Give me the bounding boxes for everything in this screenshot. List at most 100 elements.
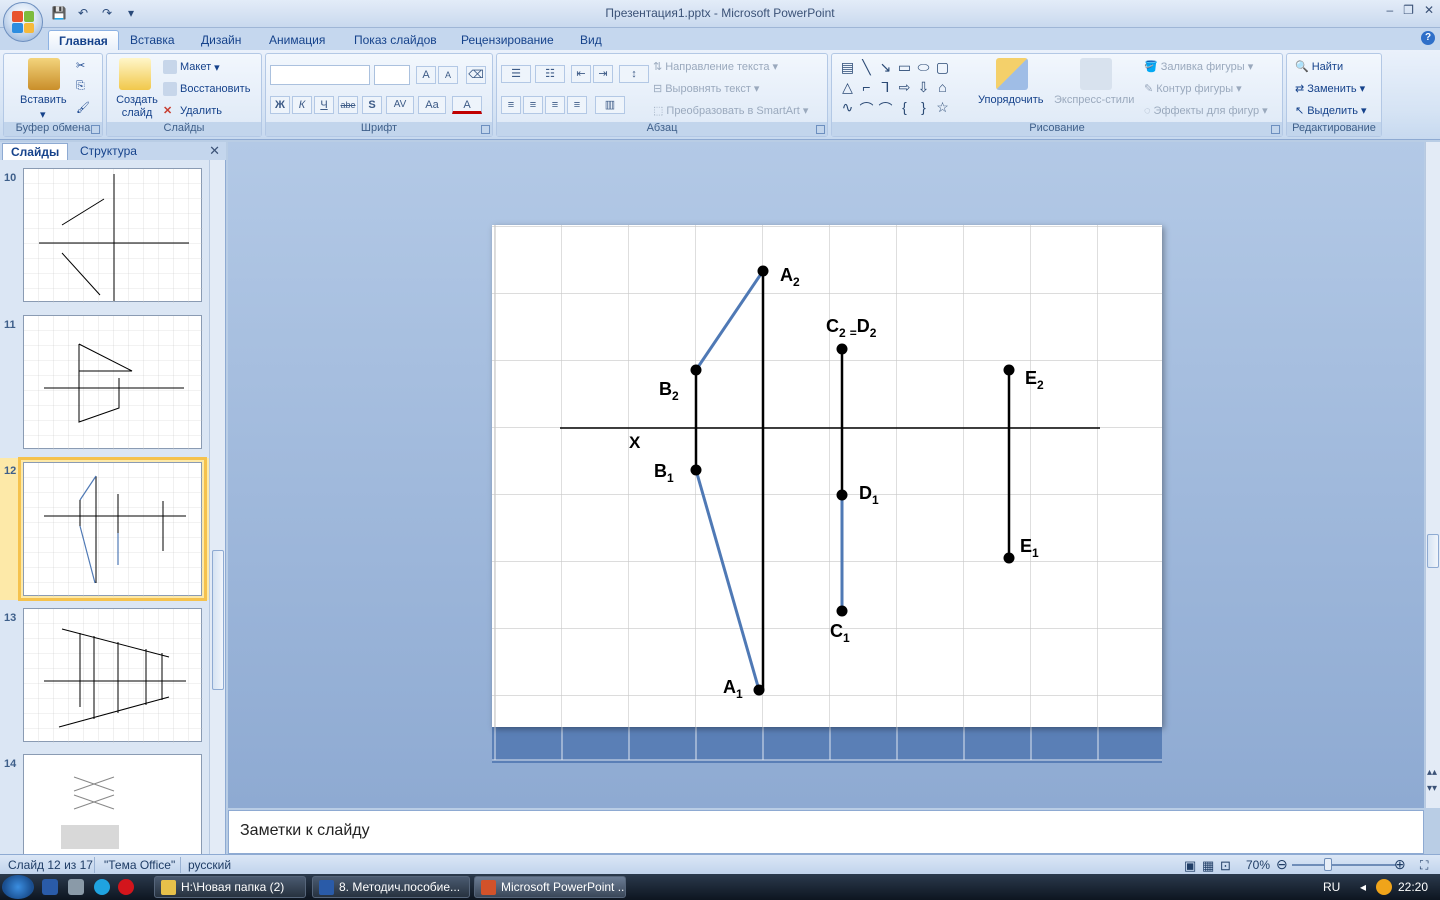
zoom-in-icon[interactable]: ⊕ bbox=[1394, 856, 1406, 873]
start-button[interactable] bbox=[2, 875, 34, 899]
line-shape-icon[interactable]: ╲ bbox=[857, 59, 876, 79]
textbox-shape-icon[interactable]: ▤ bbox=[838, 59, 857, 79]
underline-button[interactable]: Ч bbox=[314, 96, 334, 114]
slide-canvas[interactable]: X A2 C2 =D2 B2 E2 B1 D1 E1 C1 A1 bbox=[492, 225, 1162, 727]
down-arrow-shape-icon[interactable]: ⇩ bbox=[914, 79, 933, 99]
tab-slides-pane[interactable]: Слайды bbox=[2, 143, 69, 160]
more-shape-icon[interactable]: ⌂ bbox=[933, 79, 952, 99]
decrease-indent-icon[interactable]: ⇤ bbox=[571, 65, 591, 83]
slide-thumbnail-selected[interactable] bbox=[18, 457, 207, 601]
oval-shape-icon[interactable]: ⬭ bbox=[914, 59, 933, 79]
tray-app-icon[interactable] bbox=[1376, 879, 1392, 895]
shape-fill-button[interactable]: Заливка фигуры bbox=[1161, 61, 1245, 73]
align-text-dropdown-icon[interactable]: ▾ bbox=[754, 82, 760, 95]
arc-shape-icon[interactable]: ⌒ bbox=[876, 99, 895, 119]
tab-animation[interactable]: Анимация bbox=[259, 30, 335, 50]
grow-font-button[interactable]: A bbox=[416, 66, 436, 84]
shape-effects-button[interactable]: Эффекты для фигур bbox=[1154, 105, 1260, 117]
shape-outline-button[interactable]: Контур фигуры bbox=[1156, 83, 1233, 95]
star-shape-icon[interactable]: ☆ bbox=[933, 99, 952, 119]
new-slide-icon[interactable] bbox=[119, 58, 151, 90]
slide-thumbnail[interactable] bbox=[23, 754, 202, 854]
strikethrough-button[interactable]: abe bbox=[338, 96, 358, 114]
arrange-icon[interactable] bbox=[996, 58, 1028, 90]
opera-icon[interactable] bbox=[118, 879, 134, 895]
shape-outline-dropdown-icon[interactable]: ▾ bbox=[1236, 82, 1242, 95]
copy-icon[interactable]: ⎘ bbox=[76, 80, 85, 93]
tab-home[interactable]: Главная bbox=[48, 30, 119, 50]
word-quicklaunch-icon[interactable] bbox=[42, 879, 58, 895]
format-painter-icon[interactable]: 🖌 bbox=[76, 101, 90, 114]
zoom-level[interactable]: 70% bbox=[1246, 858, 1270, 872]
cut-icon[interactable]: ✂ bbox=[76, 59, 85, 72]
paragraph-launcher-icon[interactable] bbox=[816, 125, 825, 134]
find-button[interactable]: Найти bbox=[1312, 61, 1343, 73]
align-left-icon[interactable]: ≡ bbox=[501, 96, 521, 114]
prev-slide-icon[interactable]: ▴▴ bbox=[1427, 766, 1437, 779]
elbow-arrow-icon[interactable]: ⅂ bbox=[876, 79, 895, 99]
notes-pane[interactable]: Заметки к слайду bbox=[228, 810, 1424, 854]
align-center-icon[interactable]: ≡ bbox=[523, 96, 543, 114]
rounded-rect-shape-icon[interactable]: ▢ bbox=[933, 59, 952, 79]
bold-button[interactable]: Ж bbox=[270, 96, 290, 114]
paste-icon[interactable] bbox=[28, 58, 60, 90]
elbow-connector-icon[interactable]: ⌐ bbox=[857, 79, 876, 99]
thumbnails-scrollbar[interactable] bbox=[209, 160, 225, 854]
numbering-icon[interactable]: ☷ bbox=[535, 65, 565, 83]
zoom-slider[interactable] bbox=[1292, 864, 1396, 866]
replace-button[interactable]: Заменить bbox=[1307, 83, 1356, 95]
tray-expand-icon[interactable]: ◂ bbox=[1360, 880, 1366, 894]
italic-button[interactable]: К bbox=[292, 96, 312, 114]
slide-sorter-icon[interactable]: ▦ bbox=[1202, 858, 1214, 874]
font-size-field[interactable] bbox=[374, 65, 410, 85]
right-brace-icon[interactable]: } bbox=[914, 99, 933, 119]
help-icon[interactable]: ? bbox=[1421, 31, 1435, 45]
slide-thumbnail[interactable] bbox=[23, 608, 203, 743]
font-color-button[interactable]: A bbox=[452, 96, 482, 114]
text-direction-dropdown-icon[interactable]: ▾ bbox=[773, 60, 779, 73]
tab-slideshow[interactable]: Показ слайдов bbox=[344, 30, 447, 50]
tab-review[interactable]: Рецензирование bbox=[451, 30, 564, 50]
paste-dropdown-icon[interactable]: ▾ bbox=[40, 108, 46, 121]
shape-fill-dropdown-icon[interactable]: ▾ bbox=[1248, 60, 1254, 73]
normal-view-icon[interactable]: ▣ bbox=[1184, 858, 1196, 874]
shrink-font-button[interactable]: A bbox=[438, 66, 458, 84]
smartart-dropdown-icon[interactable]: ▾ bbox=[803, 104, 809, 117]
input-language[interactable]: RU bbox=[1323, 880, 1340, 894]
quick-styles-button[interactable]: Экспресс-стили bbox=[1054, 94, 1134, 106]
justify-icon[interactable]: ≡ bbox=[567, 96, 587, 114]
shadow-button[interactable]: S bbox=[362, 96, 382, 114]
task-word[interactable]: 8. Методич.пособие... bbox=[312, 876, 470, 898]
rectangle-shape-icon[interactable]: ▭ bbox=[895, 59, 914, 79]
bullets-icon[interactable]: ☰ bbox=[501, 65, 531, 83]
change-case-button[interactable]: Aa bbox=[418, 96, 446, 114]
right-arrow-shape-icon[interactable]: ⇨ bbox=[895, 79, 914, 99]
maximize-button[interactable]: ❐ bbox=[1403, 3, 1414, 17]
task-folder[interactable]: H:\Новая папка (2) bbox=[154, 876, 306, 898]
layout-button[interactable]: Макет bbox=[180, 61, 211, 73]
smartart-button[interactable]: Преобразовать в SmartArt bbox=[666, 105, 799, 117]
char-spacing-button[interactable]: AV bbox=[386, 96, 414, 114]
minimize-button[interactable]: – bbox=[1386, 3, 1393, 17]
freeform-shape-icon[interactable]: ∿ bbox=[838, 99, 857, 119]
select-button[interactable]: Выделить bbox=[1307, 105, 1358, 117]
reset-button[interactable]: Восстановить bbox=[180, 83, 250, 95]
task-powerpoint[interactable]: Microsoft PowerPoint ... bbox=[474, 876, 626, 898]
fit-to-window-icon[interactable]: ⛶ bbox=[1420, 858, 1428, 873]
drawing-launcher-icon[interactable] bbox=[1271, 125, 1280, 134]
shape-effects-dropdown-icon[interactable]: ▾ bbox=[1262, 104, 1268, 117]
text-direction-button[interactable]: Направление текста bbox=[665, 61, 769, 73]
arrow-shape-icon[interactable]: ↘ bbox=[876, 59, 895, 79]
tab-outline-pane[interactable]: Структура bbox=[72, 143, 145, 160]
font-name-field[interactable] bbox=[270, 65, 370, 85]
language-status[interactable]: русский bbox=[188, 858, 231, 872]
zoom-slider-knob[interactable] bbox=[1324, 858, 1332, 871]
close-pane-icon[interactable]: ✕ bbox=[209, 143, 220, 159]
delete-button[interactable]: Удалить bbox=[180, 105, 222, 117]
skype-icon[interactable] bbox=[94, 879, 110, 895]
align-right-icon[interactable]: ≡ bbox=[545, 96, 565, 114]
replace-dropdown-icon[interactable]: ▾ bbox=[1360, 82, 1366, 95]
tab-design[interactable]: Дизайн bbox=[191, 30, 251, 50]
slide-thumbnail[interactable] bbox=[23, 315, 203, 450]
quick-styles-icon[interactable] bbox=[1080, 58, 1112, 90]
